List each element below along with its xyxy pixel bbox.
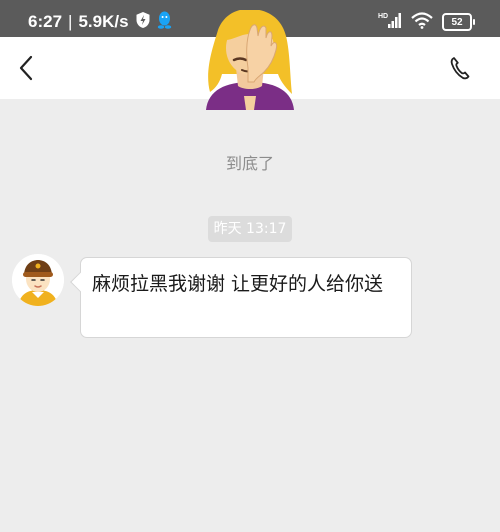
wifi-icon xyxy=(411,11,433,33)
status-right: HD 52 xyxy=(378,10,475,34)
message-bubble[interactable]: 麻烦拉黑我谢谢 让更好的人给你送 xyxy=(80,257,412,338)
phone-icon xyxy=(450,57,470,80)
status-time: 6:27 xyxy=(28,12,63,31)
contact-avatar[interactable] xyxy=(200,8,300,110)
signal-icon: HD xyxy=(378,11,402,33)
battery-icon: 52 xyxy=(442,13,475,31)
signal-hd-label: HD xyxy=(378,13,388,20)
facepalm-woman-emoji xyxy=(206,8,294,110)
call-button[interactable] xyxy=(443,51,477,85)
no-more-messages-label: 到底了 xyxy=(225,154,274,173)
network-speed: 5.9K/s xyxy=(78,12,129,31)
shield-bolt-icon xyxy=(135,11,151,34)
sender-avatar[interactable] xyxy=(12,254,64,306)
timestamp-badge: 昨天 13:17 xyxy=(208,216,292,242)
status-separator: | xyxy=(68,12,73,31)
delivery-rider-avatar-icon xyxy=(12,254,64,306)
back-button[interactable] xyxy=(9,51,43,85)
qq-icon xyxy=(157,10,172,35)
message-text: 麻烦拉黑我谢谢 让更好的人给你送 xyxy=(92,273,384,295)
status-left: 6:27 | 5.9K/s xyxy=(28,10,172,34)
chevron-left-icon xyxy=(19,55,33,81)
battery-level: 52 xyxy=(451,16,463,28)
